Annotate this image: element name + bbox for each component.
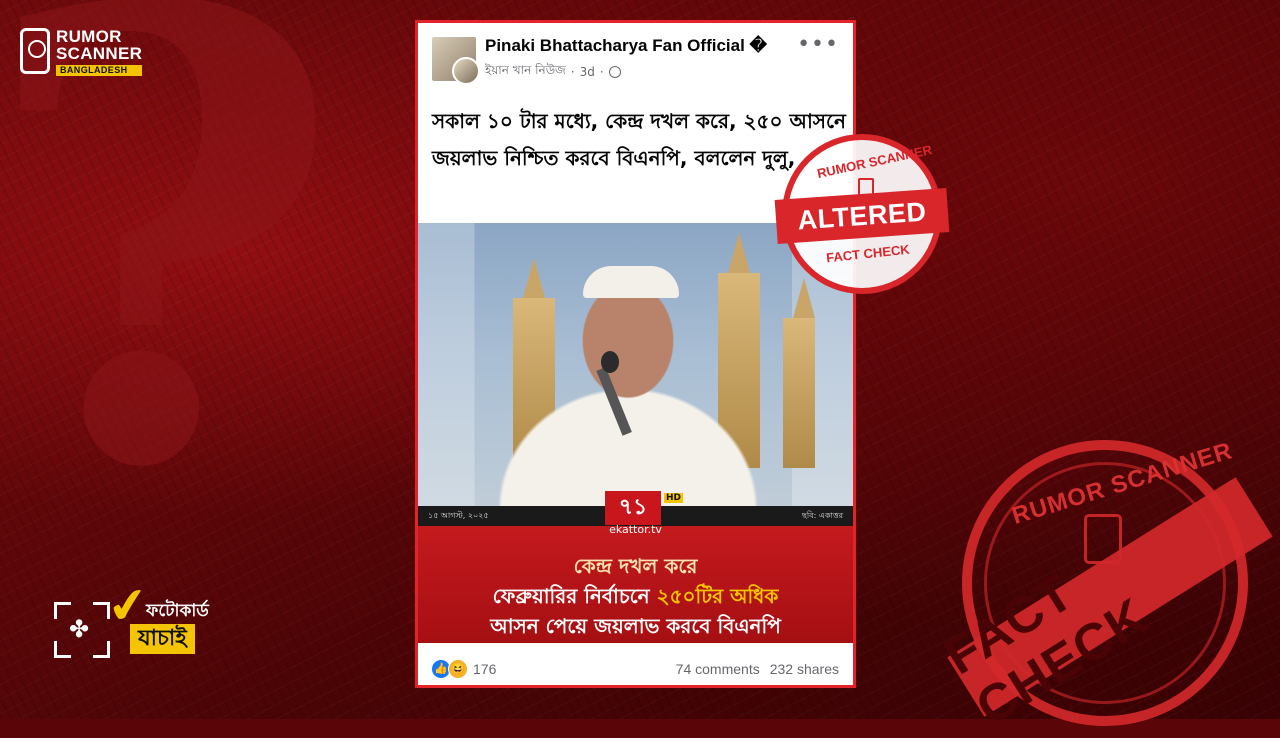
headline-highlight: ২৫০টির অধিক: [656, 584, 779, 608]
channel-url: ekattor.tv: [609, 523, 662, 536]
headline-panel: কেন্দ্র দখল করে ফেব্রুয়ারির নির্বাচনে ২…: [418, 526, 853, 643]
author-name[interactable]: ইয়ান খান নিউজ: [485, 62, 566, 82]
haha-icon: 😆: [448, 659, 468, 679]
more-options-icon[interactable]: •••: [797, 32, 839, 57]
microphone-icon: [601, 351, 619, 373]
post-time[interactable]: 3d: [580, 65, 595, 79]
minaret: [783, 318, 815, 468]
post-image[interactable]: ১৫ আগস্ট, ২০২৫ ছবি: একাত্তর কেন্দ্র দখল …: [418, 223, 853, 643]
facebook-post-card: Pinaki Bhattacharya Fan Official � ইয়ান…: [415, 20, 856, 688]
brand-sub: BANGLADESH: [56, 64, 143, 76]
question-mark-decoration: ?: [0, 0, 344, 604]
altered-label: ALTERED: [796, 196, 928, 235]
prayer-cap: [583, 266, 679, 298]
hd-badge: HD: [664, 493, 684, 503]
photo-credit: ছবি: একাত্তর: [802, 510, 843, 520]
reaction-count: 176: [473, 661, 497, 677]
photo-date: ১৫ আগস্ট, ২০২৫: [428, 510, 489, 520]
speaker-photo: [418, 223, 853, 508]
fact-check-stamp: RUMOR SCANNER FACT CHECK: [935, 437, 1273, 737]
headline-line3: আসন পেয়ে জয়লাভ করবে বিএনপি: [490, 614, 781, 638]
author-avatar[interactable]: [452, 57, 480, 85]
shares-count[interactable]: 232 shares: [770, 661, 839, 677]
post-footer: 👍 😆 176 74 comments 232 shares: [418, 653, 853, 685]
headline-line2: ফেব্রুয়ারির নির্বাচনে ২৫০টির অধিক: [492, 584, 779, 608]
brand-line2: SCANNER: [56, 44, 143, 64]
brand-line1: RUMOR: [56, 27, 122, 46]
phone-icon: [20, 28, 50, 74]
reactions[interactable]: 👍 😆 176: [432, 659, 496, 679]
post-meta: ইয়ান খান নিউজ · 3d ·: [485, 62, 621, 82]
headline-line1: কেন্দ্র দখল করে: [573, 554, 698, 578]
altered-stamp: RUMOR SCANNER ALTERED FACT CHECK: [774, 134, 950, 294]
camera-frame-icon: ✤: [54, 602, 110, 658]
post-header: Pinaki Bhattacharya Fan Official � ইয়ান…: [418, 23, 853, 89]
post-caption: সকাল ১০ টার মধ্যে, কেন্দ্র দখল করে, ২৫০ …: [432, 109, 846, 170]
verify-label: যাচাই: [130, 624, 195, 654]
fact-check-label: FACT CHECK: [825, 241, 911, 266]
stamp-title: RUMOR SCANNER: [815, 142, 934, 181]
globe-icon: [608, 66, 621, 78]
photocard-check-badge: ✤ ✔ ফটোকার্ড যাচাই: [50, 575, 220, 668]
comments-count[interactable]: 74 comments: [676, 661, 760, 677]
channel-logo: ৭১: [605, 491, 661, 525]
rumor-scanner-logo: RUMOR SCANNER BANGLADESH: [20, 27, 143, 76]
photocard-label: ফটোকার্ড: [146, 601, 209, 621]
page-name[interactable]: Pinaki Bhattacharya Fan Official �: [485, 36, 767, 56]
